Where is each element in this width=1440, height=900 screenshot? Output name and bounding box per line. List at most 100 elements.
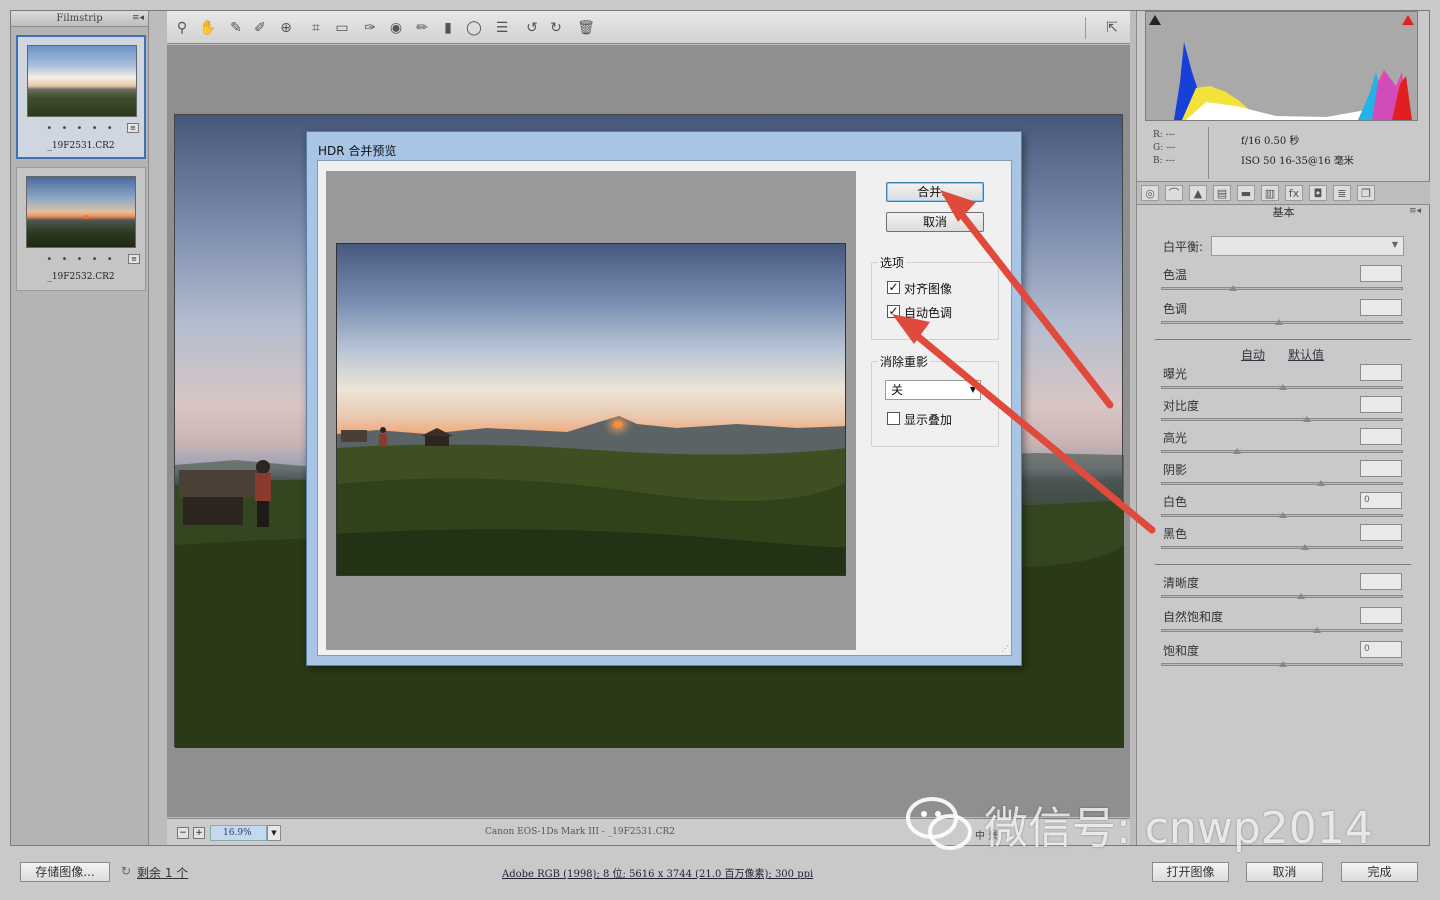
straighten-icon[interactable]: ▭: [333, 19, 351, 37]
align-images-label[interactable]: 对齐图像: [904, 280, 952, 297]
deghost-select[interactable]: ▼ 关: [885, 380, 981, 400]
panel-tabs: ◎ ⌒ ▲ ▤ ▬ ▥ fx ◘ ≣ ❐: [1137, 181, 1430, 205]
zoom-level[interactable]: 16.9%: [210, 825, 267, 841]
sun: [613, 421, 623, 428]
tab-hsl-icon[interactable]: ▤: [1213, 185, 1231, 201]
contrast-input[interactable]: [1360, 396, 1402, 413]
crop-icon[interactable]: ⌗: [307, 19, 325, 37]
highlights-slider[interactable]: [1161, 450, 1403, 453]
blacks-slider[interactable]: [1161, 546, 1403, 549]
dialog-title: HDR 合并预览: [318, 144, 397, 158]
zoom-icon[interactable]: ⚲: [173, 19, 191, 37]
shadows-input[interactable]: [1360, 460, 1402, 477]
filmstrip-item-2[interactable]: • • • • • ≡ _19F2532.CR2: [16, 167, 146, 291]
zoom-in-button[interactable]: +: [193, 827, 205, 839]
temp-label: 色温: [1163, 268, 1188, 282]
resize-grip-icon[interactable]: ⋰: [1001, 644, 1009, 653]
exposure-input[interactable]: [1360, 364, 1402, 381]
deghost-group: 消除重影 ▼ 关 显示叠加: [871, 353, 999, 447]
dialog-body: 合并... 取消 选项 ✓ 对齐图像 ✓ 自动色调 消除重影 ▼ 关 显示叠加 …: [317, 160, 1012, 656]
rating-stars[interactable]: • • • • •: [18, 123, 144, 134]
thumbnail-image: [26, 176, 136, 248]
trash-icon[interactable]: 🗑: [577, 19, 595, 37]
whites-input[interactable]: 0: [1360, 492, 1402, 509]
default-link[interactable]: 默认值: [1288, 346, 1324, 363]
shadows-label: 阴影: [1163, 463, 1188, 477]
shadows-slider[interactable]: [1161, 482, 1403, 485]
vibrance-input[interactable]: [1360, 607, 1402, 624]
cancel-button[interactable]: 取消: [1246, 862, 1323, 882]
rating-stars[interactable]: • • • • •: [17, 254, 145, 265]
tab-effects-icon[interactable]: fx: [1285, 185, 1303, 201]
tint-input[interactable]: [1360, 299, 1402, 316]
chevron-down-icon[interactable]: ▼: [267, 825, 281, 841]
align-images-checkbox[interactable]: ✓: [887, 281, 900, 294]
dialog-cancel-button[interactable]: 取消: [886, 212, 984, 232]
adjusted-badge-icon: ≡: [128, 254, 140, 264]
options-label: 选项: [878, 254, 907, 271]
vibrance-slider[interactable]: [1161, 629, 1403, 632]
blacks-label: 黑色: [1163, 527, 1188, 541]
saturation-input[interactable]: 0: [1360, 641, 1402, 658]
white-balance-select[interactable]: ▼: [1211, 236, 1404, 256]
tab-basic-icon[interactable]: ◎: [1141, 185, 1159, 201]
thumbnail-image: [27, 45, 137, 117]
blacks-input[interactable]: [1360, 524, 1402, 541]
white-balance-icon[interactable]: ✎: [227, 19, 245, 37]
tab-split-toning-icon[interactable]: ▬: [1237, 185, 1255, 201]
divider: [1155, 564, 1411, 565]
auto-tone-checkbox[interactable]: ✓: [887, 305, 900, 318]
red-eye-icon[interactable]: ◉: [387, 19, 405, 37]
exif-info: f/16 0.50 秒 ISO 50 16-35@16 毫米: [1241, 132, 1354, 172]
radial-filter-icon[interactable]: ◯: [465, 19, 483, 37]
temp-slider[interactable]: [1161, 287, 1403, 290]
tab-lens-icon[interactable]: ▥: [1261, 185, 1279, 201]
contrast-slider[interactable]: [1161, 418, 1403, 421]
filmstrip-menu-icon[interactable]: ≡◂: [132, 11, 144, 26]
adjustment-brush-icon[interactable]: ✏: [413, 19, 431, 37]
workflow-info-link[interactable]: Adobe RGB (1998); 8 位; 5616 x 3744 (21.0…: [502, 865, 813, 880]
toolbar-separator: [1085, 17, 1086, 39]
rotate-right-icon[interactable]: ↻: [547, 19, 565, 37]
rgb-readout: R: --- G: --- B: ---: [1153, 129, 1175, 168]
show-overlay-label[interactable]: 显示叠加: [904, 411, 952, 428]
camera-info: Canon EOS-1Ds Mark III - _19F2531.CR2: [485, 827, 676, 837]
clarity-slider[interactable]: [1161, 595, 1403, 598]
hand-icon[interactable]: ✋: [199, 19, 217, 37]
tab-tone-curve-icon[interactable]: ⌒: [1165, 185, 1183, 201]
remaining-count[interactable]: 剩余 1 个: [137, 864, 188, 881]
color-sampler-icon[interactable]: ✐: [251, 19, 269, 37]
show-overlay-checkbox[interactable]: [887, 412, 900, 425]
aperture-shutter: f/16 0.50 秒: [1241, 136, 1300, 147]
merge-button[interactable]: 合并...: [886, 182, 984, 202]
options-group: 选项 ✓ 对齐图像 ✓ 自动色调: [871, 254, 999, 340]
tab-presets-icon[interactable]: ≣: [1333, 185, 1351, 201]
presets-icon[interactable]: ☰: [493, 19, 511, 37]
zoom-out-button[interactable]: −: [177, 827, 189, 839]
r-value: R: ---: [1153, 130, 1175, 140]
wb-label: 白平衡:: [1163, 240, 1204, 254]
tab-camera-calibration-icon[interactable]: ◘: [1309, 185, 1327, 201]
tab-detail-icon[interactable]: ▲: [1189, 185, 1207, 201]
tab-snapshots-icon[interactable]: ❐: [1357, 185, 1375, 201]
auto-link[interactable]: 自动: [1241, 346, 1265, 363]
rotate-left-icon[interactable]: ↺: [523, 19, 541, 37]
hdr-preview-area: [326, 171, 856, 650]
panel-menu-icon[interactable]: ≡◂: [1409, 206, 1421, 216]
spot-removal-icon[interactable]: ✑: [361, 19, 379, 37]
graduated-filter-icon[interactable]: ▮: [439, 19, 457, 37]
fullscreen-icon[interactable]: ⇱: [1103, 19, 1121, 37]
workflow-options[interactable]: 中 景: [975, 827, 998, 842]
highlights-input[interactable]: [1360, 428, 1402, 445]
save-image-button[interactable]: 存储图像...: [20, 862, 110, 882]
divider: [1208, 127, 1209, 179]
temp-input[interactable]: [1360, 265, 1402, 282]
done-button[interactable]: 完成: [1341, 862, 1418, 882]
deghost-value: 关: [891, 383, 904, 397]
auto-tone-label[interactable]: 自动色调: [904, 304, 952, 321]
clarity-input[interactable]: [1360, 573, 1402, 590]
target-adjust-icon[interactable]: ⊕: [277, 19, 295, 37]
filmstrip-item-1[interactable]: • • • • • ≡ _19F2531.CR2: [16, 35, 146, 159]
adjustments-panel: R: --- G: --- B: --- f/16 0.50 秒 ISO 50 …: [1136, 11, 1430, 845]
open-image-button[interactable]: 打开图像: [1152, 862, 1229, 882]
